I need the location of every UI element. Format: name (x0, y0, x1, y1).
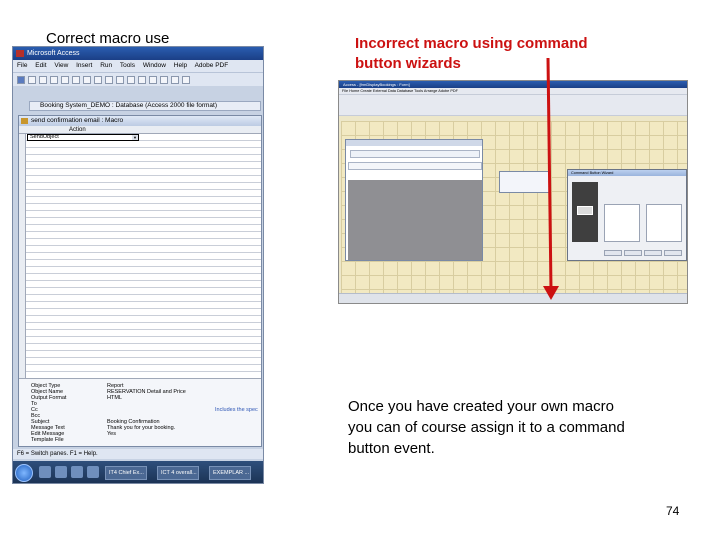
explanation-line3: button event. (348, 440, 435, 457)
arrow-head (543, 286, 559, 300)
explanation-text: Once you have created your own macro you… (348, 396, 625, 459)
explanation-line1: Once you have created your own macro (348, 398, 614, 415)
explanation-line2: you can of course assign it to a command (348, 419, 625, 436)
red-arrow-icon (543, 57, 559, 300)
arrow-shaft (546, 57, 553, 291)
page-number: 74 (666, 504, 680, 518)
